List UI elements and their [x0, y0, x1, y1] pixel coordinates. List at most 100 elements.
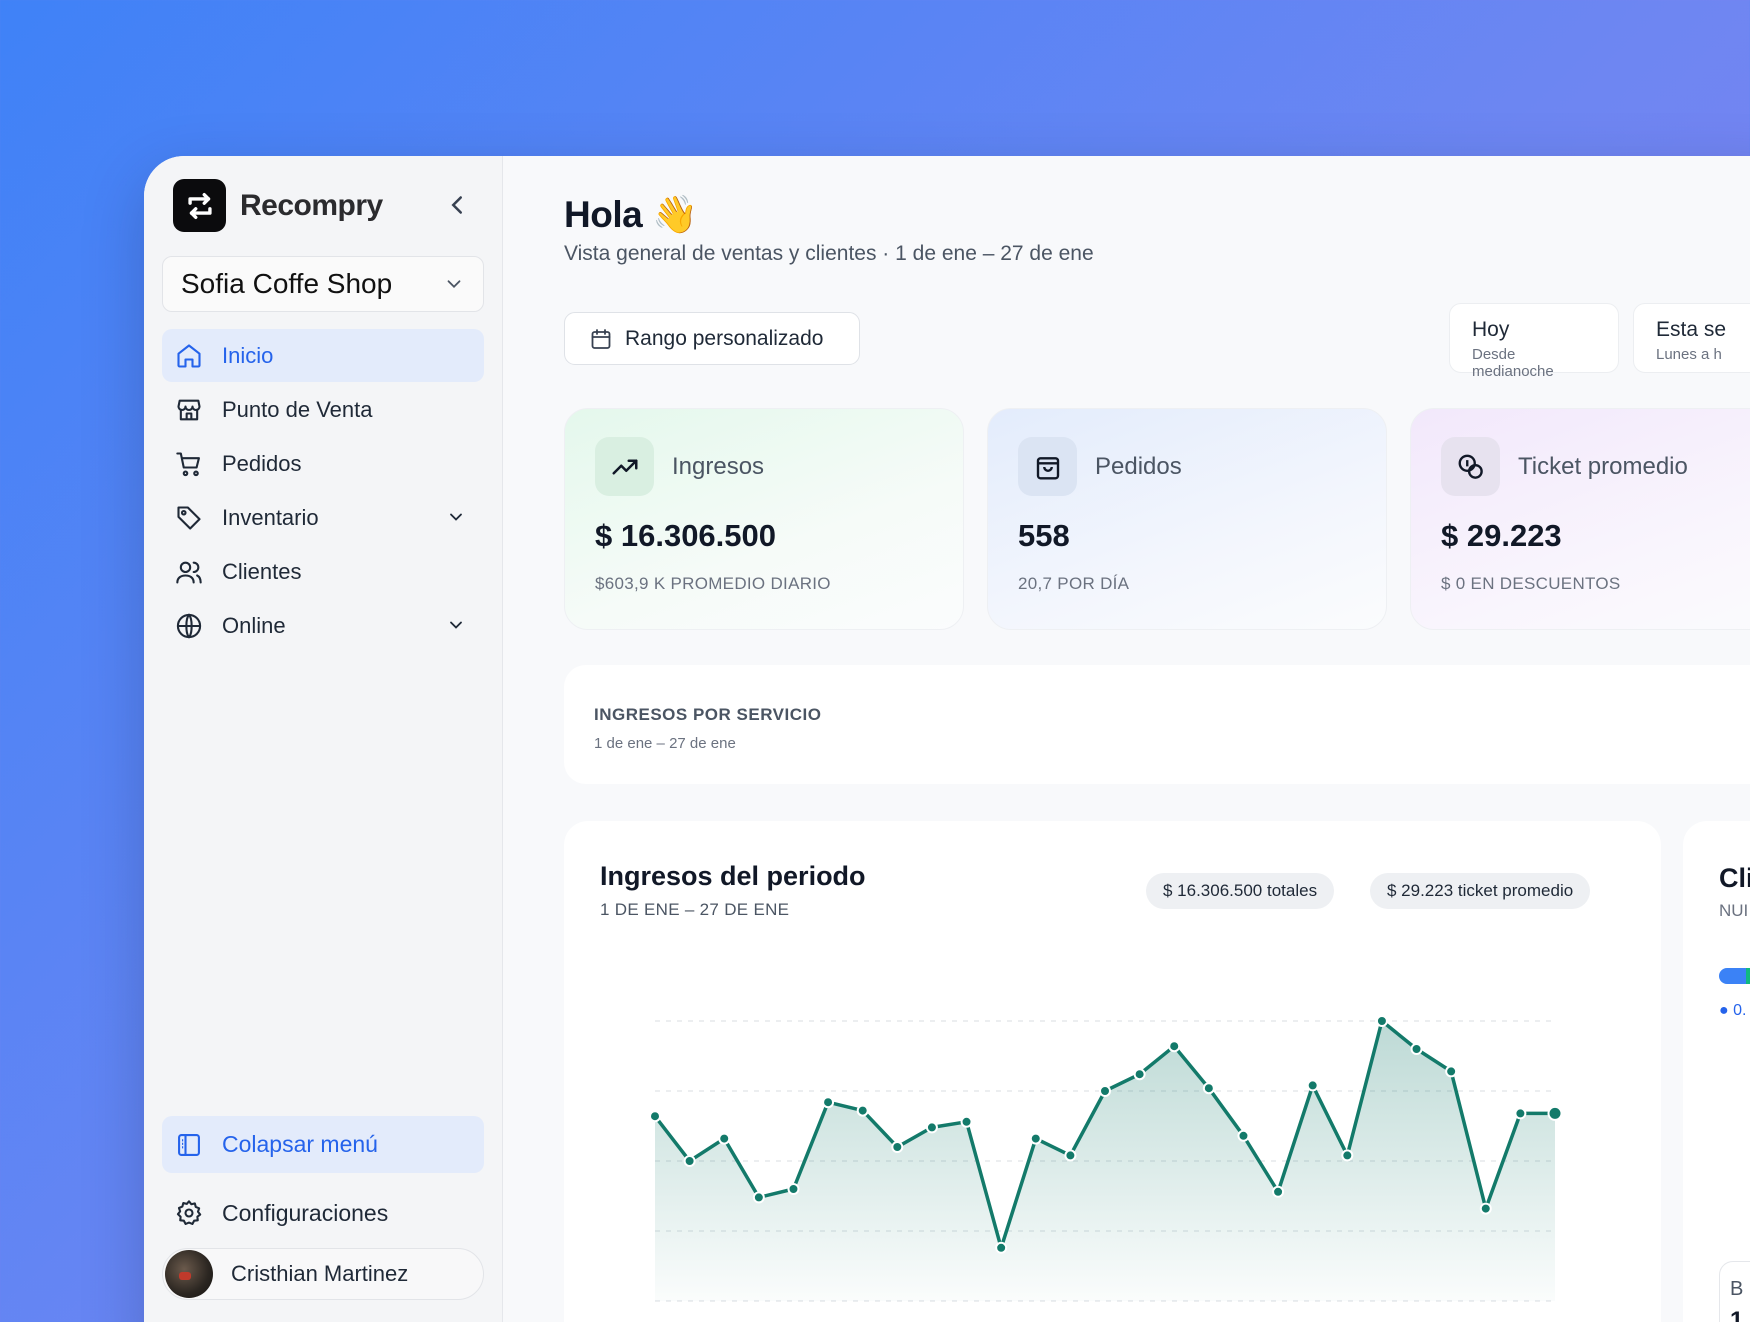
clients-progress-bar [1719, 968, 1750, 984]
shop-selector[interactable]: Sofia Coffe Shop [162, 256, 484, 312]
brand[interactable]: Recompry [173, 179, 383, 232]
chart-point[interactable] [1341, 1149, 1354, 1162]
chevron-down-icon [446, 615, 466, 635]
chart-point[interactable] [1410, 1043, 1423, 1055]
chart-point[interactable] [1237, 1129, 1250, 1142]
kpi-value: $ 16.306.500 [595, 518, 777, 553]
chart-point[interactable] [1272, 1185, 1285, 1198]
nav-item-online[interactable]: Online [162, 599, 484, 652]
custom-range-button[interactable]: Rango personalizado [564, 312, 860, 365]
nav-item-inventario[interactable]: Inventario [162, 491, 484, 544]
settings-label: Configuraciones [222, 1199, 389, 1226]
gear-icon [174, 1198, 204, 1228]
trending-up-icon [595, 437, 654, 496]
kpi-value: $ 29.223 [1441, 518, 1562, 553]
period-today[interactable]: Hoy Desde medianoche [1449, 303, 1619, 380]
chevron-down-icon [443, 273, 465, 295]
chart-point[interactable] [1547, 1105, 1563, 1121]
chart-point[interactable] [787, 1183, 800, 1195]
app-window: Recompry Sofia Coffe Shop Inicio Punto d… [144, 156, 1750, 1322]
tag-icon [174, 503, 204, 533]
clients-card: Cli NUI ● 0. B 1 [1683, 821, 1750, 1322]
kpi-note: $603,9 K PROMEDIO DIARIO [595, 574, 831, 593]
chart-point[interactable] [925, 1121, 938, 1134]
page-subtitle: Vista general de ventas y clientes · 1 d… [564, 242, 1094, 265]
kpi-card-pedidos: Pedidos 558 20,7 POR DÍA [987, 408, 1387, 630]
collapse-menu-label: Colapsar menú [222, 1131, 378, 1157]
chart-point[interactable] [1306, 1079, 1319, 1092]
service-title: INGRESOS POR SERVICIO [594, 705, 822, 724]
chart-point[interactable] [1514, 1107, 1527, 1120]
clients-sub: NUI [1719, 901, 1749, 920]
kpi-note: 20,7 POR DÍA [1018, 574, 1130, 593]
recompry-logo-icon [173, 179, 226, 232]
chart-point[interactable] [718, 1132, 731, 1145]
clients-stat-box: B 1 [1719, 1261, 1750, 1322]
kpi-card-ticket-promedio: Ticket promedio $ 29.223 $ 0 EN DESCUENT… [1410, 408, 1750, 630]
custom-range-label: Rango personalizado [625, 326, 824, 350]
settings-link[interactable]: Configuraciones [162, 1186, 484, 1240]
chart-point[interactable] [683, 1155, 696, 1167]
kpi-value: 558 [1018, 518, 1070, 553]
chart-point[interactable] [1133, 1068, 1146, 1081]
period-sub: Lunes a h [1656, 346, 1722, 363]
nav-label: Punto de Venta [222, 396, 373, 422]
nav-label: Inventario [222, 504, 319, 530]
nav-label: Clientes [222, 558, 302, 584]
brand-name: Recompry [240, 188, 383, 222]
main-content: Hola 👋 Vista general de ventas y cliente… [503, 156, 1750, 1322]
nav-item-pedidos[interactable]: Pedidos [162, 437, 484, 490]
chart-point[interactable] [1029, 1132, 1042, 1145]
clients-title: Cli [1719, 863, 1750, 893]
users-icon [174, 557, 204, 587]
sidebar: Recompry Sofia Coffe Shop Inicio Punto d… [144, 156, 503, 1322]
nav-item-inicio[interactable]: Inicio [162, 329, 484, 382]
chart-point[interactable] [822, 1096, 835, 1109]
period-title: Hoy [1472, 318, 1510, 341]
cart-icon [174, 449, 204, 479]
coins-icon [1441, 437, 1500, 496]
kpi-card-ingresos: Ingresos $ 16.306.500 $603,9 K PROMEDIO … [564, 408, 964, 630]
chart-point[interactable] [960, 1115, 973, 1128]
greeting-text: Hola [564, 194, 643, 235]
period-sub: Desde medianoche [1472, 346, 1554, 380]
chevron-left-icon[interactable] [442, 190, 472, 220]
chevron-down-icon [446, 507, 466, 527]
store-icon [174, 395, 204, 425]
sidebar-panel-icon [174, 1130, 204, 1160]
chart-point[interactable] [1168, 1040, 1181, 1053]
revenue-chart-card: Ingresos del periodo 1 DE ENE – 27 DE EN… [564, 821, 1661, 1322]
nav-label: Pedidos [222, 450, 302, 476]
nav-label: Online [222, 612, 286, 638]
clients-stat-label: B [1730, 1278, 1744, 1300]
shop-name: Sofia Coffe Shop [181, 268, 393, 299]
period-this-week[interactable]: Esta se Lunes a h [1633, 303, 1750, 373]
shopping-bag-icon [1018, 437, 1077, 496]
wave-emoji: 👋 [651, 194, 698, 235]
main-nav: Inicio Punto de Venta Pedidos Inventario [162, 329, 484, 653]
nav-item-clientes[interactable]: Clientes [162, 545, 484, 598]
collapse-menu-button[interactable]: Colapsar menú [162, 1116, 484, 1173]
chart-point[interactable] [1445, 1065, 1458, 1078]
chart-point[interactable] [649, 1110, 661, 1123]
kpi-note: $ 0 EN DESCUENTOS [1441, 574, 1621, 593]
chart-point[interactable] [995, 1241, 1008, 1254]
chart-point[interactable] [1099, 1085, 1111, 1097]
chart-point[interactable] [1202, 1082, 1215, 1095]
user-profile[interactable]: Cristhian Martinez [162, 1248, 484, 1300]
calendar-icon [589, 327, 613, 351]
kpi-title: Pedidos [1095, 452, 1182, 480]
kpi-title: Ingresos [672, 452, 765, 480]
chart-point[interactable] [1375, 1015, 1388, 1027]
chart-point[interactable] [856, 1104, 869, 1117]
chart-point[interactable] [1479, 1202, 1492, 1215]
nav-item-punto-de-venta[interactable]: Punto de Venta [162, 383, 484, 436]
chart-point[interactable] [752, 1191, 765, 1204]
chart-point[interactable] [1064, 1149, 1077, 1162]
period-title: Esta se [1656, 318, 1727, 341]
service-range: 1 de ene – 27 de ene [594, 735, 736, 752]
page-title: Hola 👋 [564, 194, 698, 237]
clients-legend: ● 0. [1719, 1002, 1747, 1019]
user-name: Cristhian Martinez [231, 1261, 409, 1286]
chart-point[interactable] [891, 1141, 904, 1153]
